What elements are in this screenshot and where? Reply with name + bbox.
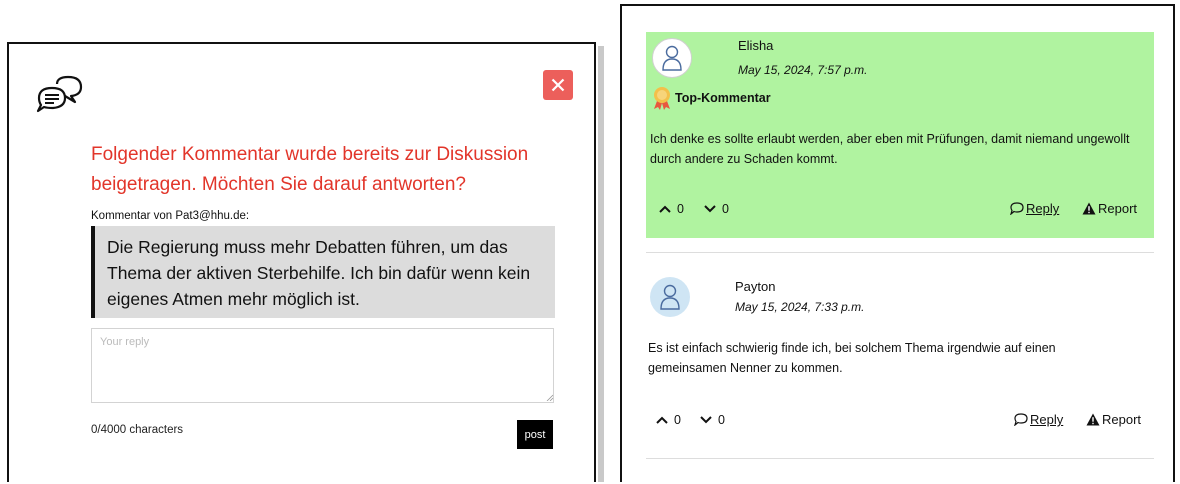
divider <box>646 458 1154 459</box>
chevron-up-icon <box>656 416 668 424</box>
report-label: Report <box>1098 201 1138 216</box>
character-counter: 0/4000 characters <box>91 424 184 436</box>
award-medal-icon <box>654 87 670 110</box>
comment-card-top: Elisha May 15, 2024, 7:57 p.m. Top-Komme… <box>646 32 1154 238</box>
reply-dialog: Folgender Kommentar wurde bereits zur Di… <box>7 42 596 482</box>
upvote-count: 0 <box>677 202 684 216</box>
avatar <box>650 277 690 317</box>
upvote-button[interactable]: 0 <box>659 202 684 216</box>
reply-input[interactable] <box>91 328 554 403</box>
upvote-button[interactable]: 0 <box>656 413 681 427</box>
downvote-count: 0 <box>718 413 725 427</box>
chat-bubbles-icon <box>36 75 83 113</box>
report-label: Report <box>1102 412 1142 427</box>
comment-text: Ich denke es sollte erlaubt werden, aber… <box>650 132 1130 166</box>
downvote-count: 0 <box>722 202 729 216</box>
upvote-count: 0 <box>674 413 681 427</box>
reply-link[interactable]: Reply <box>1010 201 1059 216</box>
comment-card: Payton May 15, 2024, 7:33 p.m. Es ist ei… <box>646 252 1154 461</box>
comment-author: Payton <box>735 279 776 294</box>
close-icon <box>551 78 565 92</box>
warning-icon <box>1082 202 1096 215</box>
user-icon <box>662 45 682 71</box>
chevron-up-icon <box>659 205 671 213</box>
resize-handle-icon[interactable] <box>546 394 553 401</box>
reply-label: Reply <box>1026 201 1060 216</box>
top-comment-label: Top-Kommentar <box>675 91 771 105</box>
comment-author: Elisha <box>738 38 774 53</box>
user-icon <box>660 284 680 310</box>
top-comment-badge: Top-Kommentar <box>652 86 771 110</box>
report-button[interactable]: Report <box>1086 412 1141 427</box>
dialog-prompt: Folgender Kommentar wurde bereits zur Di… <box>91 144 529 195</box>
comment-date: May 15, 2024, 7:33 p.m. <box>735 300 865 314</box>
speech-bubble-icon <box>1014 413 1028 426</box>
speech-bubble-icon <box>1010 202 1024 215</box>
downvote-button[interactable]: 0 <box>704 202 729 216</box>
reply-link[interactable]: Reply <box>1014 412 1063 427</box>
comment-text: Es ist einfach schwierig finde ich, bei … <box>648 341 1056 375</box>
comment-list: Elisha May 15, 2024, 7:57 p.m. Top-Komme… <box>620 4 1175 482</box>
post-button[interactable]: post <box>517 420 553 449</box>
chevron-down-icon <box>704 205 716 213</box>
chevron-down-icon <box>700 416 712 424</box>
quoted-comment: Die Regierung muss mehr Debatten führen,… <box>91 226 555 318</box>
comment-date: May 15, 2024, 7:57 p.m. <box>738 63 868 77</box>
report-button[interactable]: Report <box>1082 201 1137 216</box>
reply-label: Reply <box>1030 412 1064 427</box>
comment-author-label: Kommentar von Pat3@hhu.de: <box>91 210 250 222</box>
close-button[interactable] <box>543 70 573 100</box>
avatar <box>652 38 692 78</box>
warning-icon <box>1086 413 1100 426</box>
downvote-button[interactable]: 0 <box>700 413 725 427</box>
dialog-shadow <box>598 46 604 482</box>
